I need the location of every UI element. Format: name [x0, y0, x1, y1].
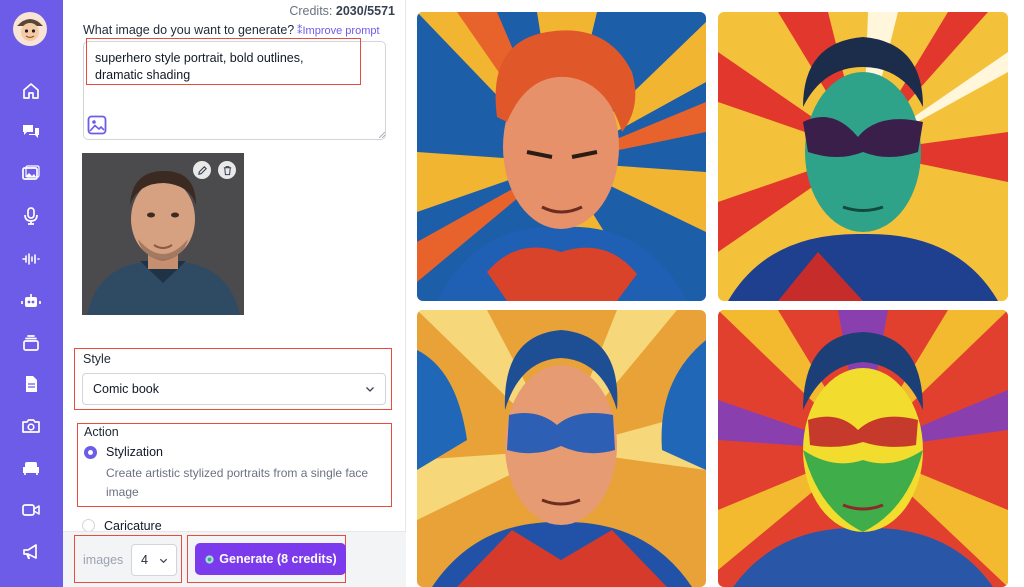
images-count-value: 4	[141, 553, 148, 567]
style-label: Style	[83, 352, 111, 366]
sidebar-item-layers[interactable]	[18, 330, 44, 356]
layers-icon	[23, 335, 39, 351]
prompt-label: What image do you want to generate?	[83, 23, 295, 37]
sidebar	[0, 0, 63, 587]
credits-label: Credits:	[289, 4, 333, 18]
sidebar-item-camera[interactable]	[18, 413, 44, 439]
images-count-select[interactable]: 4	[131, 544, 177, 576]
improve-prompt-label: Improve prompt	[302, 25, 380, 37]
style-section: Style Comic book	[74, 348, 392, 410]
action-section: Action Stylization Create artistic styli…	[77, 423, 392, 507]
resize-handle-icon[interactable]	[379, 132, 385, 138]
reference-photo	[82, 153, 244, 315]
home-icon	[23, 83, 39, 99]
sidebar-item-home[interactable]	[18, 78, 44, 104]
stylization-option-title[interactable]: Stylization	[106, 445, 163, 459]
credits-value: 2030/5571	[335, 4, 395, 18]
images-label: images	[83, 553, 124, 567]
sparkle-icon	[205, 554, 214, 564]
images-icon	[22, 165, 40, 180]
comic-portrait-image	[718, 310, 1008, 587]
style-select[interactable]: Comic book	[82, 373, 386, 405]
credits-counter: Credits: 2030/5571	[289, 4, 395, 18]
result-image-3[interactable]	[417, 310, 706, 587]
sidebar-item-audio[interactable]	[18, 246, 44, 272]
video-icon	[22, 504, 40, 516]
sidebar-item-video[interactable]	[18, 497, 44, 523]
document-icon	[26, 376, 37, 392]
portrait-image	[82, 153, 244, 315]
stylization-radio[interactable]	[84, 446, 97, 459]
chevron-down-icon	[366, 387, 374, 392]
audio-wave-icon	[22, 253, 40, 265]
sidebar-item-microphone[interactable]	[18, 203, 44, 229]
generate-section: Generate (8 credits)	[187, 535, 346, 583]
upload-image-icon[interactable]	[87, 115, 107, 135]
prompt-input[interactable]: superhero style portrait, bold outlines,…	[86, 38, 361, 85]
sidebar-item-robot[interactable]	[18, 288, 44, 314]
result-image-2[interactable]	[718, 12, 1008, 301]
microphone-icon	[24, 207, 38, 225]
generate-button-label: Generate (8 credits)	[219, 552, 337, 566]
sofa-icon	[23, 462, 39, 475]
sidebar-item-chat[interactable]	[18, 118, 44, 144]
sidebar-item-images[interactable]	[18, 161, 44, 187]
chevron-down-icon	[159, 558, 168, 564]
comic-portrait-image	[718, 12, 1008, 301]
trash-icon	[223, 165, 231, 175]
comic-portrait-image	[417, 12, 706, 301]
delete-photo-button[interactable]	[218, 161, 236, 179]
chat-icon	[23, 125, 39, 138]
edit-photo-button[interactable]	[193, 161, 211, 179]
app-logo[interactable]	[13, 12, 47, 46]
images-count-section: images 4	[74, 535, 182, 583]
generator-panel: Credits: 2030/5571 What image do you wan…	[63, 0, 406, 587]
result-image-1[interactable]	[417, 12, 706, 301]
result-image-4[interactable]	[718, 310, 1008, 587]
sidebar-item-megaphone[interactable]	[18, 539, 44, 565]
megaphone-icon	[23, 544, 37, 559]
camera-icon	[22, 419, 40, 433]
comic-portrait-image	[417, 310, 706, 587]
sidebar-item-sofa[interactable]	[18, 455, 44, 481]
style-selected-value: Comic book	[93, 382, 159, 396]
robot-icon	[21, 294, 41, 307]
generate-button[interactable]: Generate (8 credits)	[195, 543, 346, 575]
app-window: Credits: 2030/5571 What image do you wan…	[0, 0, 1024, 587]
improve-prompt-link[interactable]: ⁑Improve prompt	[297, 24, 380, 37]
stylization-option-description: Create artistic stylized portraits from …	[106, 466, 369, 499]
sidebar-item-document[interactable]	[18, 371, 44, 397]
pencil-icon	[197, 165, 207, 175]
action-label: Action	[84, 425, 119, 439]
